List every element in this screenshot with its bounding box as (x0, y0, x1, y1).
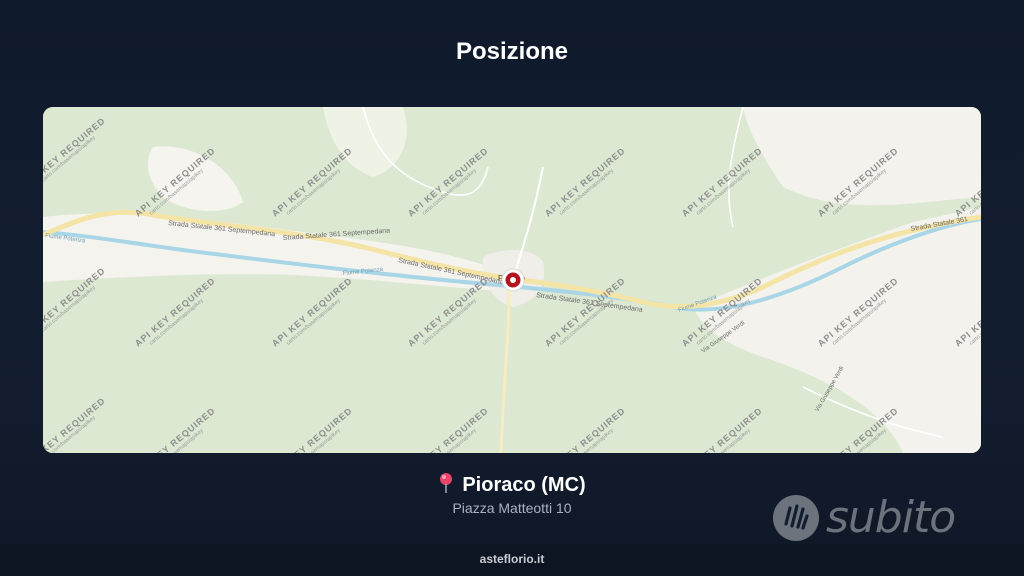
brand-name: subito (826, 492, 956, 543)
subito-hand-icon (773, 495, 819, 541)
footer: asteflorio.it (0, 544, 1024, 576)
footer-link[interactable]: asteflorio.it (480, 552, 545, 566)
subito-logo: subito (772, 490, 972, 546)
pushpin-icon (440, 473, 453, 493)
map-canvas[interactable]: Strada Statale 361 Septempedana Strada S… (43, 107, 981, 453)
page-title: Posizione (455, 38, 569, 65)
location-marker[interactable] (501, 268, 525, 292)
location-name: Pioraco (MC) (462, 474, 586, 496)
map[interactable]: Strada Statale 361 Septempedana Strada S… (43, 107, 981, 453)
